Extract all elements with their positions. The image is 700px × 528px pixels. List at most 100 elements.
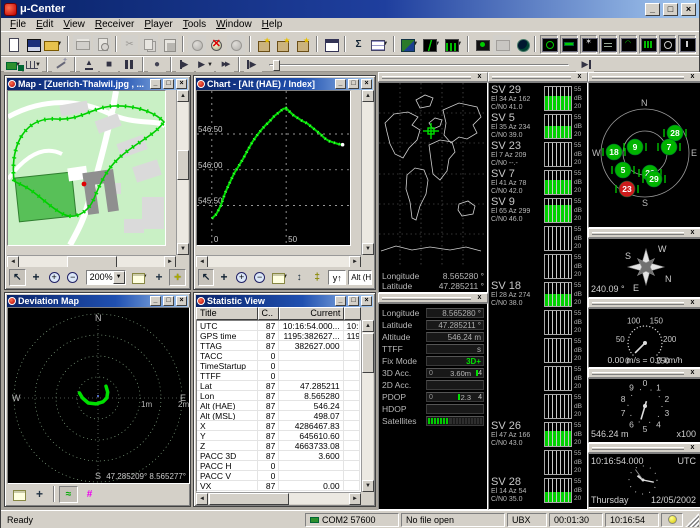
- play-button[interactable]: ▼: [196, 58, 214, 72]
- map-view-button[interactable]: ▼: [399, 35, 419, 54]
- world-panel-gripper[interactable]: x: [378, 72, 488, 82]
- minimize-button[interactable]: _: [335, 296, 346, 306]
- scroll-up-button[interactable]: ▲: [362, 320, 374, 332]
- close-panel-button[interactable]: x: [688, 369, 697, 377]
- map-properties-button[interactable]: ▼: [130, 269, 149, 286]
- menu-player[interactable]: Player: [139, 19, 177, 30]
- cursor-tool-button[interactable]: [198, 269, 214, 286]
- toggle-clock-button[interactable]: [659, 35, 677, 54]
- zoom-in-button[interactable]: [234, 269, 250, 286]
- menu-view[interactable]: View: [58, 19, 90, 30]
- table-row[interactable]: Alt (HAE)87546.24: [197, 401, 360, 411]
- column-header-C..[interactable]: C..: [258, 307, 280, 320]
- dropdown-arrow-icon[interactable]: ▼: [207, 62, 213, 68]
- histogram-view-button[interactable]: ▼: [443, 35, 463, 54]
- toggle-satellite-bars-button[interactable]: [639, 35, 657, 54]
- menu-window[interactable]: Window: [211, 19, 257, 30]
- close-button[interactable]: ×: [361, 296, 372, 306]
- table-row[interactable]: GPS time871195:382627...119: [197, 331, 360, 341]
- menu-help[interactable]: Help: [257, 19, 288, 30]
- table-row[interactable]: UTC8710:16:54.000...10:: [197, 321, 360, 331]
- toggle-compass-button[interactable]: [580, 35, 598, 54]
- scroll-up-button[interactable]: ▲: [177, 90, 189, 102]
- record-button[interactable]: [148, 58, 166, 72]
- close-button[interactable]: ×: [361, 79, 372, 89]
- stop-button[interactable]: [100, 58, 118, 72]
- msg-console-button[interactable]: [255, 35, 273, 54]
- sky-panel-gripper[interactable]: x: [588, 72, 700, 82]
- table-row[interactable]: Lon878.565280: [197, 391, 360, 401]
- altimeter-panel-gripper[interactable]: x: [588, 368, 700, 378]
- zoom-out-button[interactable]: [65, 269, 82, 286]
- table-row[interactable]: TimeStartup0: [197, 361, 360, 371]
- zoom-in-button[interactable]: [46, 269, 63, 286]
- minimize-button[interactable]: _: [150, 79, 161, 89]
- table-row[interactable]: Alt (MSL)87498.07: [197, 411, 360, 421]
- scroll-thumb[interactable]: [362, 333, 374, 373]
- table-row[interactable]: PACC H0: [197, 461, 360, 471]
- table-row[interactable]: TACC0: [197, 351, 360, 361]
- table-row[interactable]: X874286467.83: [197, 421, 360, 431]
- statistic-table-body[interactable]: UTC8710:16:54.000...10:GPS time871195:38…: [196, 320, 361, 492]
- y-autofit-button[interactable]: [309, 269, 325, 286]
- menu-edit[interactable]: Edit: [31, 19, 58, 30]
- com-port-button[interactable]: ▼: [4, 58, 22, 72]
- scroll-right-button[interactable]: ►: [349, 493, 361, 505]
- save-file-button[interactable]: [24, 35, 42, 54]
- toggle-sky-view-button[interactable]: [540, 35, 558, 54]
- satellite-panel-gripper[interactable]: x: [488, 72, 588, 82]
- close-panel-button[interactable]: x: [475, 73, 484, 81]
- close-panel-button[interactable]: x: [475, 294, 484, 302]
- scroll-down-button[interactable]: ▼: [177, 243, 189, 255]
- toggle-altimeter-button[interactable]: [678, 35, 696, 54]
- scroll-thumb[interactable]: [209, 493, 289, 505]
- table-row[interactable]: PACC 3D873.600: [197, 451, 360, 461]
- pause-button[interactable]: [120, 58, 138, 72]
- autoconfig-button[interactable]: [52, 58, 70, 72]
- minimize-button[interactable]: _: [335, 79, 346, 89]
- table-row[interactable]: Z874663733.08: [197, 441, 360, 451]
- player-position-slider[interactable]: [269, 59, 569, 71]
- slider-thumb[interactable]: [273, 60, 280, 71]
- jump-start-button[interactable]: [244, 58, 262, 72]
- msg-view-button[interactable]: [275, 35, 293, 54]
- table-row[interactable]: TTAG87382627.000: [197, 341, 360, 351]
- jump-end-button[interactable]: [576, 58, 594, 72]
- show-points-button[interactable]: [80, 486, 99, 503]
- maximize-button[interactable]: □: [348, 296, 359, 306]
- maximize-button[interactable]: □: [348, 79, 359, 89]
- zoom-out-button[interactable]: [252, 269, 268, 286]
- chart-horizontal-scrollbar[interactable]: ◄ ►: [196, 255, 361, 267]
- chart-properties-button[interactable]: ▼: [270, 269, 289, 286]
- table-row[interactable]: Y87645610.60: [197, 431, 360, 441]
- close-button[interactable]: ×: [681, 3, 696, 16]
- scroll-down-button[interactable]: ▼: [362, 243, 374, 255]
- toggle-world-map-button[interactable]: [560, 35, 578, 54]
- statistic-view-button[interactable]: [350, 35, 368, 54]
- close-panel-button[interactable]: x: [688, 229, 697, 237]
- show-trace-button[interactable]: [59, 486, 78, 503]
- statistic-table-header[interactable]: TitleC..Current: [196, 307, 361, 320]
- chart-canvas[interactable]: 050546.50546.00545.50: [196, 90, 351, 246]
- menu-receiver[interactable]: Receiver: [90, 19, 139, 30]
- column-header-Current[interactable]: Current: [279, 307, 344, 320]
- deviation-canvas[interactable]: NESW1m2m47.285209° 8.565277°: [7, 307, 190, 484]
- scroll-left-button[interactable]: ◄: [196, 493, 208, 505]
- maximize-button[interactable]: □: [163, 79, 174, 89]
- status-protocol[interactable]: UBX: [507, 513, 547, 527]
- fast-forward-button[interactable]: [216, 58, 234, 72]
- table-row[interactable]: TTFF0: [197, 371, 360, 381]
- deviation-title-bar[interactable]: Deviation Map _ □ ×: [7, 295, 188, 307]
- speed-panel-gripper[interactable]: x: [588, 298, 700, 308]
- y-range-button[interactable]: [291, 269, 307, 286]
- table-row[interactable]: PACC V0: [197, 471, 360, 481]
- table-view-button[interactable]: ▼: [369, 35, 389, 54]
- statistic-horizontal-scrollbar[interactable]: ◄ ►: [196, 492, 361, 504]
- statistic-vertical-scrollbar[interactable]: ▲ ▼: [361, 320, 373, 492]
- protocol-button[interactable]: ▼: [24, 58, 42, 72]
- compass-panel-gripper[interactable]: x: [588, 228, 700, 238]
- menu-tools[interactable]: Tools: [178, 19, 211, 30]
- world-view-button[interactable]: [513, 35, 531, 54]
- new-file-button[interactable]: [4, 35, 22, 54]
- scroll-down-button[interactable]: ▼: [362, 480, 374, 492]
